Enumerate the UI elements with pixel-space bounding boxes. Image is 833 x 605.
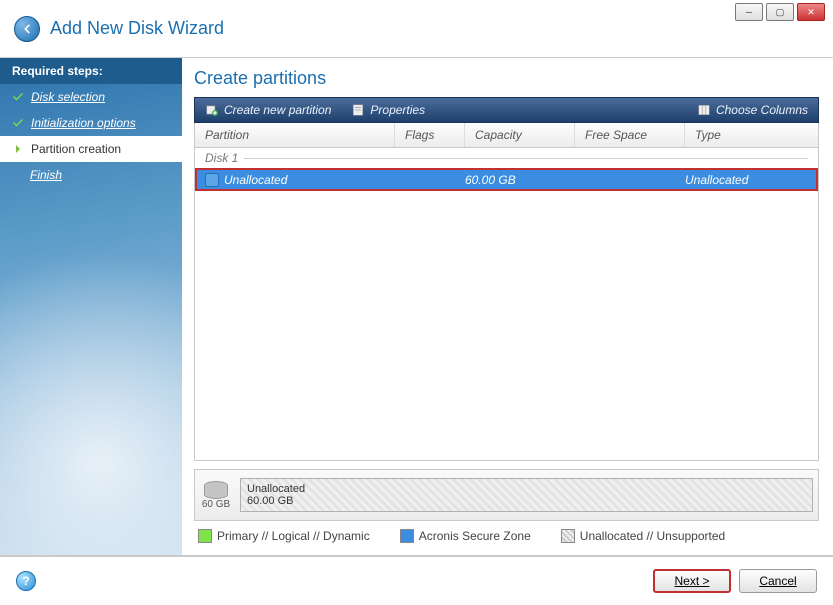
legend: Primary // Logical // Dynamic Acronis Se… bbox=[194, 521, 819, 545]
check-icon bbox=[12, 117, 24, 129]
sidebar: Required steps: Disk selection Initializ… bbox=[0, 58, 182, 555]
step-label: Disk selection bbox=[31, 90, 105, 104]
step-finish[interactable]: Finish bbox=[0, 162, 182, 188]
close-button[interactable]: ✕ bbox=[797, 3, 825, 21]
col-type[interactable]: Type bbox=[685, 123, 818, 147]
disk-size-label: 60 GB bbox=[202, 499, 230, 510]
table-header: Partition Flags Capacity Free Space Type bbox=[195, 123, 818, 148]
next-button[interactable]: Next > bbox=[653, 569, 731, 593]
properties-button[interactable]: Properties bbox=[341, 98, 435, 122]
sidebar-heading: Required steps: bbox=[0, 58, 182, 84]
new-partition-icon bbox=[205, 103, 219, 117]
partition-table: Partition Flags Capacity Free Space Type… bbox=[194, 123, 819, 461]
main-panel: Create partitions Create new partition P… bbox=[182, 58, 833, 555]
step-initialization-options[interactable]: Initialization options bbox=[0, 110, 182, 136]
step-label: Finish bbox=[30, 168, 62, 182]
create-partition-button[interactable]: Create new partition bbox=[195, 98, 341, 122]
cancel-button[interactable]: Cancel bbox=[739, 569, 817, 593]
wizard-title: Add New Disk Wizard bbox=[50, 18, 224, 39]
choose-columns-button[interactable]: Choose Columns bbox=[687, 98, 818, 122]
legend-secure: Acronis Secure Zone bbox=[400, 529, 531, 543]
legend-primary: Primary // Logical // Dynamic bbox=[198, 529, 370, 543]
toolbar-label: Choose Columns bbox=[716, 103, 808, 117]
swatch-primary-icon bbox=[198, 529, 212, 543]
toolbar-label: Properties bbox=[370, 103, 425, 117]
check-icon bbox=[12, 91, 24, 103]
properties-icon bbox=[351, 103, 365, 117]
diskbar-size: 60.00 GB bbox=[247, 495, 812, 507]
page-title: Create partitions bbox=[194, 68, 819, 89]
disk-icon: 60 GB bbox=[200, 481, 232, 510]
col-partition[interactable]: Partition bbox=[195, 123, 395, 147]
cell-capacity: 60.00 GB bbox=[465, 173, 575, 187]
col-flags[interactable]: Flags bbox=[395, 123, 465, 147]
step-label: Initialization options bbox=[31, 116, 136, 130]
back-button[interactable] bbox=[14, 16, 40, 42]
col-freespace[interactable]: Free Space bbox=[575, 123, 685, 147]
help-button[interactable]: ? bbox=[16, 571, 36, 591]
legend-unallocated: Unallocated // Unsupported bbox=[561, 529, 725, 543]
diskbar-name: Unallocated bbox=[247, 483, 812, 495]
swatch-unallocated-icon bbox=[561, 529, 575, 543]
toolbar: Create new partition Properties Choose C… bbox=[194, 97, 819, 123]
arrow-left-icon bbox=[20, 22, 34, 36]
partition-icon bbox=[205, 173, 219, 187]
footer: ? Next > Cancel bbox=[0, 555, 833, 605]
swatch-secure-icon bbox=[400, 529, 414, 543]
disk-group-label: Disk 1 bbox=[195, 148, 818, 168]
cell-type: Unallocated bbox=[685, 173, 814, 187]
table-row[interactable]: Unallocated 60.00 GB Unallocated bbox=[195, 168, 818, 191]
disk-bar-unallocated[interactable]: Unallocated 60.00 GB bbox=[240, 478, 813, 512]
toolbar-label: Create new partition bbox=[224, 103, 331, 117]
columns-icon bbox=[697, 103, 711, 117]
arrow-right-icon bbox=[12, 143, 24, 155]
step-partition-creation[interactable]: Partition creation bbox=[0, 136, 182, 162]
col-capacity[interactable]: Capacity bbox=[465, 123, 575, 147]
disk-map: 60 GB Unallocated 60.00 GB bbox=[194, 469, 819, 521]
cylinder-icon bbox=[204, 481, 228, 499]
minimize-button[interactable]: ─ bbox=[735, 3, 763, 21]
step-label: Partition creation bbox=[31, 142, 121, 156]
cell-partition: Unallocated bbox=[224, 173, 287, 187]
header: Add New Disk Wizard bbox=[0, 0, 833, 58]
step-disk-selection[interactable]: Disk selection bbox=[0, 84, 182, 110]
window-controls: ─ ▢ ✕ bbox=[735, 3, 825, 21]
maximize-button[interactable]: ▢ bbox=[766, 3, 794, 21]
